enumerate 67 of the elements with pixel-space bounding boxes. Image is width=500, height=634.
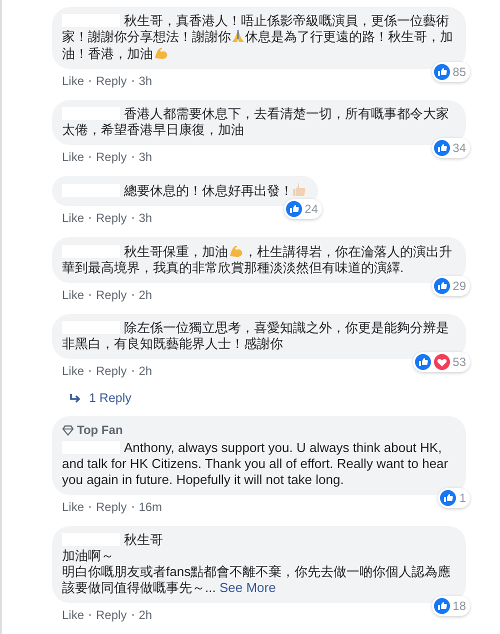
timestamp[interactable]: 3h xyxy=(138,150,152,164)
separator-dot xyxy=(132,370,134,372)
reaction-count: 85 xyxy=(452,64,466,80)
reaction-count: 53 xyxy=(452,354,466,370)
separator-dot xyxy=(132,614,134,616)
comment-text: 秋生哥，真香港人！唔止係影帝級嘅演員，更係一位藝術家！謝謝你分享想法！謝謝你 休息是為了行更遠的路！秋生哥，加油！香港，加油 xyxy=(62,13,454,62)
reaction-count: 18 xyxy=(452,598,466,614)
reaction-count: 34 xyxy=(452,140,466,156)
see-more-link[interactable]: See More xyxy=(219,580,276,595)
view-replies-link[interactable]: 1 Reply xyxy=(70,391,132,405)
comment-text: 秋生哥保重，加油 ，杜生講得岩，你在淪落人的演出升華到最高境界，我真的非常欣賞那種淡淡然但有味道的演繹. xyxy=(62,243,453,276)
reply-link[interactable]: Reply xyxy=(96,74,127,88)
comment-text: Anthony, always support you. U always think about HK, and talk for HK Citizens. Thank you all of effort. Really want to hear you again in future. Hopefully it will not take long. xyxy=(62,440,450,488)
reaction-badge[interactable]: 18 xyxy=(432,596,470,616)
comment-text: 總要休息的！休息好再出發！ xyxy=(62,182,306,199)
comment-text: 香港人都需要休息下，去看清楚一切，所有嘅事都令大家太倦，希望香港早日康復，加油 xyxy=(62,106,450,138)
separator-dot xyxy=(132,217,134,219)
reply-link[interactable]: Reply xyxy=(96,500,127,514)
separator-dot xyxy=(89,217,92,219)
like-link[interactable]: Like xyxy=(62,364,84,378)
reaction-badge[interactable]: 85 xyxy=(432,62,470,82)
separator-dot xyxy=(132,506,134,508)
reply-arrow-icon xyxy=(70,394,81,402)
timestamp[interactable]: 16m xyxy=(138,500,162,514)
comment-text: 加油啊～ xyxy=(62,548,115,564)
comment-text: 明白你嘅朋友或者fans點都會不離不棄，你先去做一啲你個人認為應該要做同值得做嘅事先～... See More xyxy=(62,564,452,596)
reaction-count: 1 xyxy=(459,490,466,506)
timestamp[interactable]: 3h xyxy=(138,211,152,225)
flexed-arm-icon xyxy=(228,243,244,258)
separator-dot xyxy=(89,506,92,508)
like-link[interactable]: Like xyxy=(62,150,84,164)
reaction-badge[interactable]: 34 xyxy=(432,138,470,158)
like-link[interactable]: Like xyxy=(62,500,84,514)
reply-link[interactable]: Reply xyxy=(96,150,127,164)
like-link[interactable]: Like xyxy=(62,608,84,622)
separator-dot xyxy=(89,294,92,296)
separator-dot xyxy=(132,294,134,296)
timestamp[interactable]: 3h xyxy=(138,74,152,88)
timestamp[interactable]: 2h xyxy=(138,288,152,302)
separator-dot xyxy=(132,156,134,158)
separator-dot xyxy=(132,80,134,82)
comment-text: 秋生哥 xyxy=(62,532,454,548)
reaction-count: 24 xyxy=(304,201,318,217)
separator-dot xyxy=(89,370,92,372)
reaction-badge[interactable]: 53 xyxy=(412,352,470,372)
separator-dot xyxy=(89,80,92,82)
like-link[interactable]: Like xyxy=(62,211,84,225)
timestamp[interactable]: 2h xyxy=(138,364,152,378)
separator-dot xyxy=(89,156,92,158)
flexed-arm-icon xyxy=(153,45,169,60)
comment-text: 除左係一位獨立思考，喜愛知識之外，你更是能夠分辨是非黑白，有良知既藝能界人士！感謝你 xyxy=(62,320,450,352)
reaction-badge[interactable]: 24 xyxy=(284,199,322,219)
thumbs-up-icon xyxy=(293,182,306,197)
reply-link[interactable]: Reply xyxy=(96,364,127,378)
diamond-icon xyxy=(62,424,74,436)
top-fan-label: Top Fan xyxy=(77,422,123,438)
like-link[interactable]: Like xyxy=(62,288,84,302)
reply-link[interactable]: Reply xyxy=(96,288,127,302)
reply-link[interactable]: Reply xyxy=(96,211,127,225)
timestamp[interactable]: 2h xyxy=(138,608,152,622)
praying-hands-icon xyxy=(231,29,245,43)
separator-dot xyxy=(89,614,92,616)
reply-link[interactable]: Reply xyxy=(96,608,127,622)
reaction-badge[interactable]: 1 xyxy=(438,488,470,508)
like-link[interactable]: Like xyxy=(62,74,84,88)
reaction-count: 29 xyxy=(452,278,466,294)
reaction-badge[interactable]: 29 xyxy=(432,276,470,296)
